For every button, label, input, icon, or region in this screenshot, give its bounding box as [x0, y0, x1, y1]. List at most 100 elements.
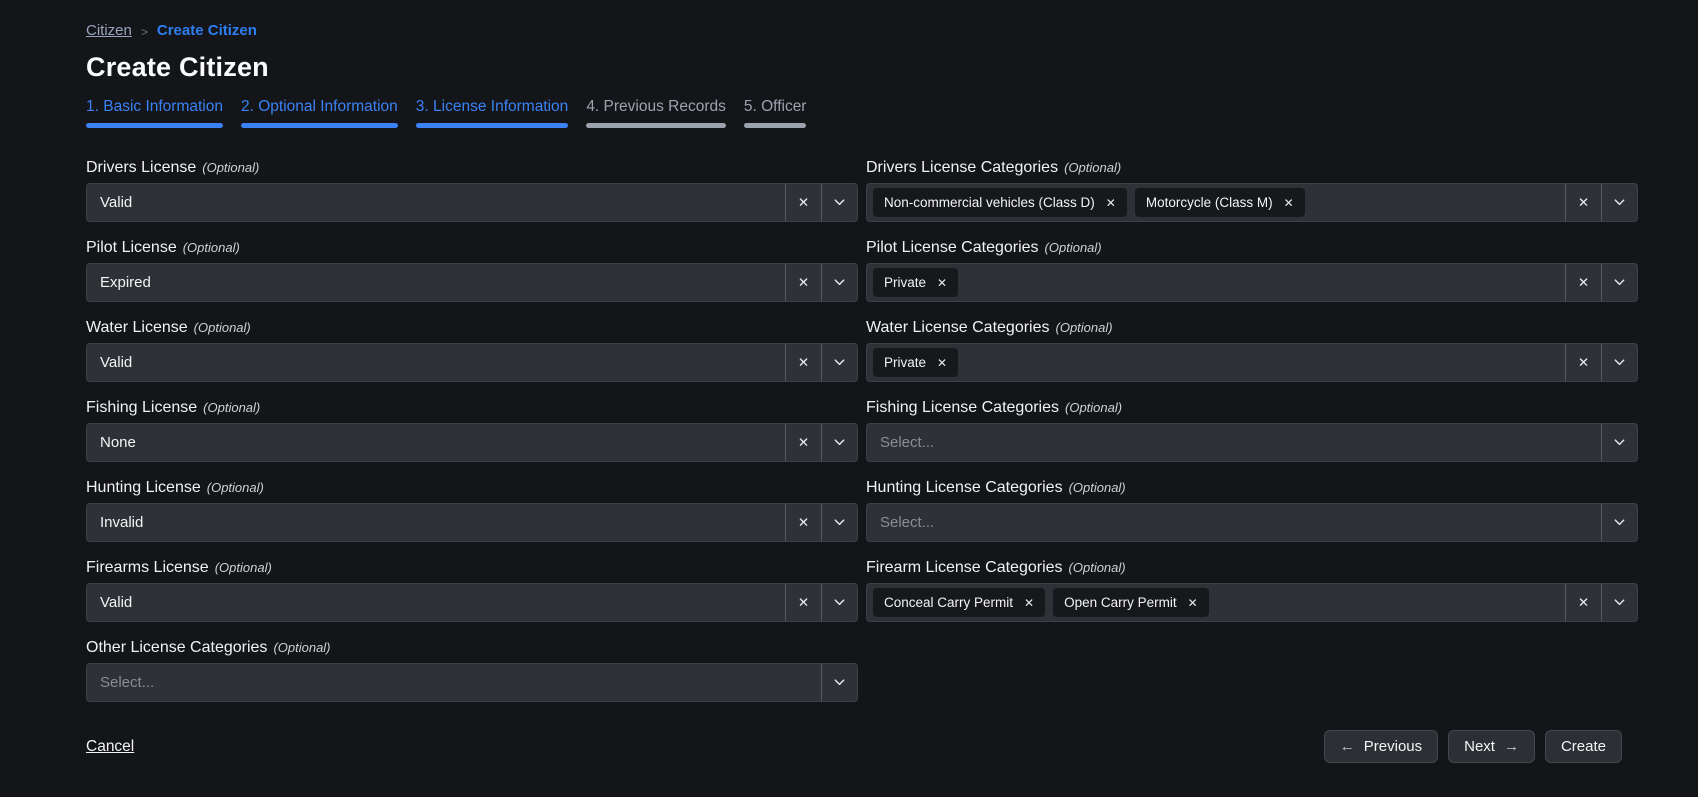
breadcrumb-item-create-citizen[interactable]: Create Citizen [157, 22, 257, 39]
chevron-down-icon[interactable] [1601, 264, 1637, 301]
chevron-down-icon[interactable] [821, 504, 857, 541]
selected-tag: Private ✕ [873, 348, 958, 377]
remove-tag-icon[interactable]: ✕ [1188, 597, 1198, 609]
select-firearms-license[interactable]: Valid ✕ [86, 583, 858, 622]
clear-icon[interactable]: ✕ [1565, 184, 1601, 221]
field-label-text: Water License [86, 319, 188, 336]
breadcrumb-item-citizen[interactable]: Citizen [86, 22, 132, 39]
tab-2-optional-information[interactable]: 2. Optional Information [241, 98, 398, 128]
tag-label: Open Carry Permit [1064, 595, 1177, 610]
chevron-down-icon[interactable] [1601, 344, 1637, 381]
field-label-text: Other License Categories [86, 639, 267, 656]
clear-icon[interactable]: ✕ [1565, 584, 1601, 621]
optional-hint: (Optional) [1045, 240, 1102, 255]
select-pilot-license-categories[interactable]: Private✕✕ [866, 263, 1638, 302]
create-citizen-page: Citizen>Create Citizen Create Citizen 1.… [0, 0, 1698, 797]
selected-value: Valid [87, 354, 132, 371]
remove-tag-icon[interactable]: ✕ [1024, 597, 1034, 609]
chevron-down-icon[interactable] [821, 424, 857, 461]
tab-4-previous-records[interactable]: 4. Previous Records [586, 98, 726, 128]
field-water-license: Water License(Optional)Valid✕ [86, 319, 858, 382]
select-fishing-license[interactable]: None✕ [86, 423, 858, 462]
tab-indicator [86, 123, 223, 128]
license-form: Drivers License (Optional) Valid ✕ Drivers L… [86, 159, 1638, 719]
tab-label: 4. Previous Records [586, 98, 726, 116]
selected-tag: Conceal Carry Permit ✕ [873, 588, 1045, 617]
chevron-down-icon[interactable] [821, 264, 857, 301]
tag-label: Private [884, 355, 926, 370]
field-fishing-license-categories: Fishing License Categories(Optional)Sele… [866, 399, 1638, 462]
chevron-down-icon[interactable] [1601, 424, 1637, 461]
clear-icon[interactable]: ✕ [785, 344, 821, 381]
create-button[interactable]: Create [1545, 730, 1622, 763]
field-firearms-license: Firearms License(Optional)Valid✕ [86, 559, 858, 622]
previous-button[interactable]: ← Previous [1324, 730, 1438, 763]
selected-value: Invalid [87, 514, 143, 531]
next-button-label: Next [1464, 738, 1495, 755]
remove-tag-icon[interactable]: ✕ [937, 357, 947, 369]
tab-indicator [241, 123, 398, 128]
selected-tag: Open Carry Permit ✕ [1053, 588, 1209, 617]
tab-indicator [744, 123, 807, 128]
select-pilot-license[interactable]: Expired✕ [86, 263, 858, 302]
select-other-license-categories[interactable]: Select... [86, 663, 858, 702]
optional-hint: (Optional) [273, 640, 330, 655]
cancel-link[interactable]: Cancel [86, 738, 134, 756]
field-label-text: Drivers License Categories [866, 159, 1058, 176]
optional-hint: (Optional) [1056, 320, 1113, 335]
next-button[interactable]: Next → [1448, 730, 1535, 763]
tab-3-license-information[interactable]: 3. License Information [416, 98, 569, 128]
chevron-down-icon[interactable] [821, 664, 857, 701]
chevron-down-icon[interactable] [1601, 504, 1637, 541]
optional-hint: (Optional) [207, 480, 264, 495]
chevron-down-icon[interactable] [821, 184, 857, 221]
field-label-text: Fishing License Categories [866, 399, 1059, 416]
optional-hint: (Optional) [183, 240, 240, 255]
remove-tag-icon[interactable]: ✕ [1284, 197, 1294, 209]
clear-icon[interactable]: ✕ [785, 424, 821, 461]
chevron-down-icon[interactable] [1601, 584, 1637, 621]
chevron-down-icon[interactable] [1601, 184, 1637, 221]
select-drivers-license-categories[interactable]: Non-commercial vehicles (Class D)✕Motorc… [866, 183, 1638, 222]
tag-label: Conceal Carry Permit [884, 595, 1013, 610]
tab-indicator [586, 123, 726, 128]
breadcrumb: Citizen>Create Citizen [86, 22, 1638, 39]
select-placeholder: Select... [867, 434, 934, 451]
clear-icon[interactable]: ✕ [1565, 344, 1601, 381]
chevron-down-icon[interactable] [821, 584, 857, 621]
field-pilot-license-categories: Pilot License Categories(Optional)Privat… [866, 239, 1638, 302]
field-label: Water License Categories(Optional) [866, 319, 1638, 337]
arrow-left-icon: ← [1340, 738, 1355, 755]
tab-indicator [416, 123, 569, 128]
optional-hint: (Optional) [203, 400, 260, 415]
selected-tags: Non-commercial vehicles (Class D)✕Motorc… [867, 188, 1305, 217]
field-hunting-license-categories: Hunting License Categories(Optional) Sele… [866, 479, 1638, 542]
tab-list: 1. Basic Information 2. Optional Informat… [86, 98, 1638, 128]
clear-icon[interactable]: ✕ [785, 504, 821, 541]
select-hunting-license[interactable]: Invalid ✕ [86, 503, 858, 542]
tab-5-officer[interactable]: 5. Officer [744, 98, 807, 128]
select-fishing-license-categories[interactable]: Select... [866, 423, 1638, 462]
field-label: Hunting License Categories(Optional) [866, 479, 1638, 497]
field-label-text: Drivers License [86, 159, 196, 176]
form-footer: Cancel ← Previous Next → Create [86, 730, 1638, 763]
selected-value: Valid [87, 594, 132, 611]
field-label: Pilot License(Optional) [86, 239, 858, 257]
remove-tag-icon[interactable]: ✕ [1106, 197, 1116, 209]
select-water-license[interactable]: Valid ✕ [86, 343, 858, 382]
clear-icon[interactable]: ✕ [1565, 264, 1601, 301]
optional-hint: (Optional) [1069, 560, 1126, 575]
select-drivers-license[interactable]: Valid✕ [86, 183, 858, 222]
remove-tag-icon[interactable]: ✕ [937, 277, 947, 289]
select-firearm-license-categories[interactable]: Conceal Carry Permit ✕ Open Carry Permit ✕ ✕ [866, 583, 1638, 622]
clear-icon[interactable]: ✕ [785, 584, 821, 621]
chevron-down-icon[interactable] [821, 344, 857, 381]
field-label-text: Fishing License [86, 399, 197, 416]
select-hunting-license-categories[interactable]: Select... [866, 503, 1638, 542]
clear-icon[interactable]: ✕ [785, 184, 821, 221]
clear-icon[interactable]: ✕ [785, 264, 821, 301]
previous-button-label: Previous [1364, 738, 1422, 755]
field-label: Pilot License Categories(Optional) [866, 239, 1638, 257]
tab-1-basic-information[interactable]: 1. Basic Information [86, 98, 223, 128]
select-water-license-categories[interactable]: Private ✕ ✕ [866, 343, 1638, 382]
